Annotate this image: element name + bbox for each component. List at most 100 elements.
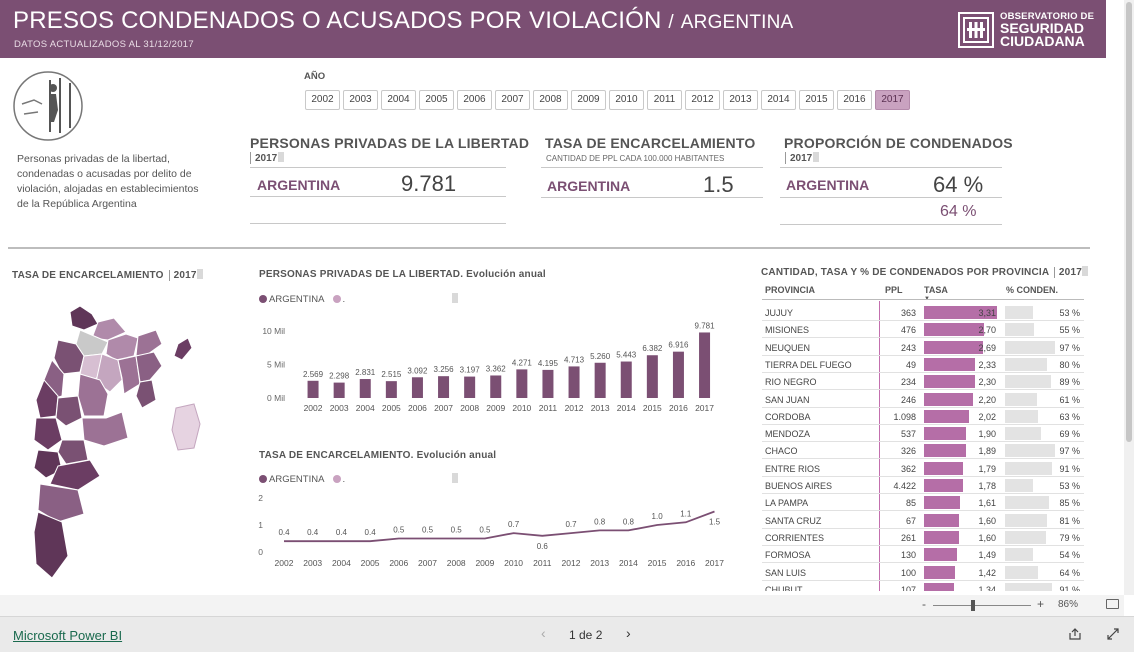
table-row[interactable]: LA PAMPA 85 1,61 85 % xyxy=(762,494,1084,512)
province-jujuy xyxy=(69,305,99,331)
table-row[interactable]: FORMOSA 130 1,49 54 % xyxy=(762,546,1084,564)
col-header-provincia[interactable]: PROVINCIA xyxy=(765,285,815,295)
tasa-bar xyxy=(924,513,959,527)
col-header-ppl[interactable]: PPL xyxy=(885,285,903,295)
chart-tasa-legend: ARGENTINA . xyxy=(259,473,458,485)
observatorio-logo-icon xyxy=(958,12,994,48)
x-tick-label: 2012 xyxy=(565,403,584,413)
year-button-2017[interactable]: 2017 xyxy=(875,90,910,110)
y-tick-label: 1 xyxy=(258,520,263,530)
report-header: PRESOS CONDENADOS O ACUSADOS POR VIOLACI… xyxy=(0,0,1106,58)
cell-ppl: 67 xyxy=(905,515,916,526)
bar-2004[interactable] xyxy=(359,379,371,398)
x-tick-label: 2010 xyxy=(512,403,531,413)
cell-ppl: 261 xyxy=(900,532,916,543)
tasa-line[interactable] xyxy=(284,510,715,543)
x-tick-label: 2006 xyxy=(408,403,427,413)
bar-2014[interactable] xyxy=(620,361,632,398)
year-button-2007[interactable]: 2007 xyxy=(495,90,530,110)
chart-ppl-title: PERSONAS PRIVADAS DE LA LIBERTAD. Evoluc… xyxy=(259,269,546,280)
table-row[interactable]: NEUQUEN 243 2,69 97 % xyxy=(762,339,1084,356)
zoom-slider-handle[interactable] xyxy=(971,600,975,611)
prev-page-icon[interactable]: ‹ xyxy=(541,625,546,641)
table-row[interactable]: ENTRE RIOS 362 1,79 91 % xyxy=(762,460,1084,477)
cell-provincia: MENDOZA xyxy=(765,429,810,440)
table-row[interactable]: SANTA CRUZ 67 1,60 81 % xyxy=(762,512,1084,529)
powerbi-link[interactable]: Microsoft Power BI xyxy=(13,628,122,643)
bar-2002[interactable] xyxy=(307,380,319,398)
year-button-2005[interactable]: 2005 xyxy=(419,90,454,110)
x-tick-label: 2007 xyxy=(434,403,453,413)
zoom-slider-track[interactable] xyxy=(933,605,1031,606)
bar-2011[interactable] xyxy=(542,369,554,398)
bar-2017[interactable] xyxy=(699,332,711,398)
fit-page-icon[interactable] xyxy=(1106,599,1119,609)
year-button-2002[interactable]: 2002 xyxy=(305,90,340,110)
bar-2006[interactable] xyxy=(411,377,423,398)
year-button-2014[interactable]: 2014 xyxy=(761,90,796,110)
table-row[interactable]: JUJUY 363 3,31 53 % xyxy=(762,304,1084,321)
table-row[interactable]: BUENOS AIRES 4.422 1,78 53 % xyxy=(762,477,1084,494)
bar-2009[interactable] xyxy=(490,375,502,398)
scrollbar-thumb[interactable] xyxy=(1126,2,1132,442)
fullscreen-icon[interactable] xyxy=(1106,627,1120,646)
year-button-2010[interactable]: 2010 xyxy=(609,90,644,110)
table-row[interactable]: CORDOBA 1.098 2,02 63 % xyxy=(762,408,1084,425)
table-row[interactable]: MISIONES 476 2,70 55 % xyxy=(762,321,1084,339)
x-tick-label: 2005 xyxy=(382,403,401,413)
bar-value-label: 3.362 xyxy=(486,364,507,373)
tasa-bar xyxy=(924,530,959,544)
year-button-2006[interactable]: 2006 xyxy=(457,90,492,110)
cell-provincia: SAN JUAN xyxy=(765,394,810,405)
argentina-province-map[interactable] xyxy=(18,300,218,592)
table-row[interactable]: SAN LUIS 100 1,42 64 % xyxy=(762,564,1084,581)
section-divider xyxy=(8,247,1090,249)
year-button-2008[interactable]: 2008 xyxy=(533,90,568,110)
year-button-2013[interactable]: 2013 xyxy=(723,90,758,110)
year-button-2015[interactable]: 2015 xyxy=(799,90,834,110)
chart-ppl-legend: ARGENTINA . xyxy=(259,293,458,305)
year-button-2009[interactable]: 2009 xyxy=(571,90,606,110)
bar-2005[interactable] xyxy=(385,381,397,398)
next-page-icon[interactable]: › xyxy=(626,625,631,641)
prison-icon xyxy=(12,70,84,142)
zoom-in-button[interactable]: + xyxy=(1037,597,1044,611)
bar-2008[interactable] xyxy=(464,376,476,398)
col-header-conden[interactable]: % CONDEN. xyxy=(1006,285,1058,295)
year-button-2012[interactable]: 2012 xyxy=(685,90,720,110)
chart-ppl-bars[interactable]: 0 Mil 5 Mil 10 Mil 2.569 2002 2.298 2003 2.831 2… xyxy=(255,312,725,418)
bar-2003[interactable] xyxy=(333,382,345,398)
point-value-label: 0.8 xyxy=(623,517,635,526)
year-button-2003[interactable]: 2003 xyxy=(343,90,378,110)
year-button-2016[interactable]: 2016 xyxy=(837,90,872,110)
cell-ppl: 49 xyxy=(905,359,916,370)
cell-provincia: SAN LUIS xyxy=(765,567,807,578)
col-header-tasa[interactable]: TASA xyxy=(924,285,948,295)
card-prop-value-secondary: 64 % xyxy=(940,203,977,220)
table-row[interactable]: RIO NEGRO 234 2,30 89 % xyxy=(762,373,1084,391)
bar-2016[interactable] xyxy=(672,351,684,398)
table-row[interactable]: CHACO 326 1,89 97 % xyxy=(762,442,1084,460)
table-row[interactable]: SAN JUAN 246 2,20 61 % xyxy=(762,391,1084,408)
footer-bar: Microsoft Power BI ‹ 1 de 2 › xyxy=(0,616,1134,652)
conden-bar xyxy=(1005,479,1033,492)
province-buenosaires xyxy=(81,411,129,447)
bar-2015[interactable] xyxy=(646,355,658,398)
chart-tasa-line[interactable]: 0 1 2 0.4 2002 0.4 2003 0.4 2004 0.4 2005 0.5 2006 0.… xyxy=(255,488,725,572)
table-row[interactable]: MENDOZA 537 1,90 69 % xyxy=(762,425,1084,443)
bar-2013[interactable] xyxy=(594,362,606,398)
cell-provincia: LA PAMPA xyxy=(765,498,809,509)
year-button-2011[interactable]: 2011 xyxy=(647,90,682,110)
year-button-2004[interactable]: 2004 xyxy=(381,90,416,110)
bar-2010[interactable] xyxy=(516,369,528,398)
share-icon[interactable] xyxy=(1068,627,1082,646)
province-corrientes xyxy=(135,351,163,383)
province-table[interactable]: PROVINCIA PPL TASA ▼ % CONDEN. JUJUY3633… xyxy=(762,283,1084,591)
zoom-out-button[interactable]: - xyxy=(922,597,926,611)
bar-2012[interactable] xyxy=(568,366,580,398)
table-row[interactable]: CHUBUT 107 1,34 91 % xyxy=(762,581,1084,591)
bar-2007[interactable] xyxy=(438,376,450,398)
cell-tasa: 1,60 xyxy=(978,515,996,526)
table-row[interactable]: TIERRA DEL FUEGO 49 2,33 80 % xyxy=(762,356,1084,373)
table-row[interactable]: CORRIENTES 261 1,60 79 % xyxy=(762,529,1084,546)
